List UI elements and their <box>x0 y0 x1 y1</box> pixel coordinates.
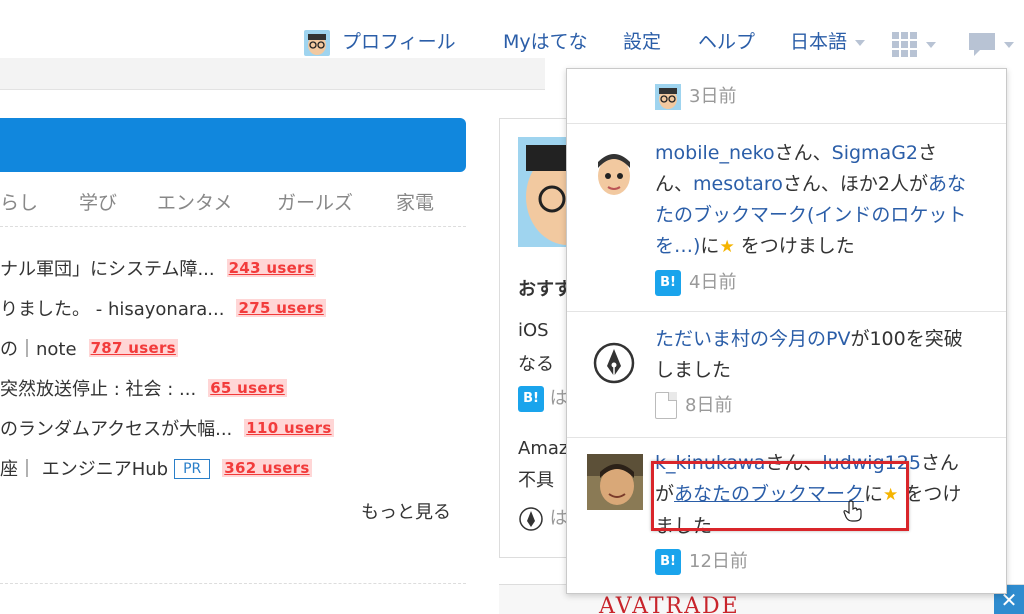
notification-time: B! 4日前 <box>655 267 975 298</box>
user-link[interactable]: SigmaG2 <box>832 142 918 164</box>
divider <box>0 226 466 227</box>
notification-item[interactable]: 3日前 <box>567 69 1006 124</box>
star-icon: ★ <box>883 485 899 505</box>
entry-row[interactable]: ナル軍団」にシステム障... 243 users <box>0 255 316 281</box>
user-link[interactable]: ludwig125 <box>822 452 921 474</box>
user-link[interactable]: k_kinukawa <box>655 452 765 474</box>
users-count[interactable]: 362 users <box>222 459 312 477</box>
notification-text: mobile_nekoさん、SigmaG2さん、mesotaroさん、ほか2人が… <box>655 138 975 263</box>
hatena-bookmark-icon: B! <box>518 386 544 412</box>
category-tab[interactable]: 家電 <box>396 188 434 215</box>
entry-row[interactable]: 座｜ エンジニアHub PR 362 users <box>0 455 312 481</box>
user-avatar-icon <box>655 83 681 110</box>
entry-title[interactable]: 突然放送停止 : 社会 : ... <box>0 379 196 400</box>
profile-link[interactable]: プロフィール <box>304 28 456 56</box>
recommend-heading: おすす <box>518 279 572 300</box>
notification-item[interactable]: ただいま村の今月のPVが100を突破しました 8日前 <box>567 312 1006 438</box>
recommend-text[interactable]: 不具 <box>518 466 554 492</box>
notification-text-part: さん、 <box>774 142 832 164</box>
recommend-text[interactable]: iOS <box>518 320 549 341</box>
village-link[interactable]: ただいま村の今月のPV <box>655 328 850 350</box>
notification-time: 8日前 <box>655 390 975 421</box>
grid-icon <box>892 31 917 57</box>
category-tab[interactable]: エンタメ <box>157 188 232 215</box>
notification-time: B! 12日前 <box>655 546 975 577</box>
user-avatar <box>587 146 641 200</box>
recommend-text[interactable]: Amaz <box>518 438 568 459</box>
header-strip <box>0 58 545 90</box>
category-tab[interactable]: 学び <box>79 188 117 215</box>
notifications-dropdown: 3日前 mobile_nekoさん、SigmaG2さん、mesotaroさん、ほ… <box>566 68 1007 594</box>
profile-label: プロフィール <box>342 31 456 53</box>
bookmark-link[interactable]: あなたのブックマーク <box>674 483 864 505</box>
entry-title[interactable]: の｜note <box>0 339 77 360</box>
user-link[interactable]: mesotaro <box>693 173 783 195</box>
notification-text: ただいま村の今月のPVが100を突破しました <box>655 324 975 386</box>
users-count[interactable]: 787 users <box>88 339 178 357</box>
notification-text-part: に <box>700 235 720 257</box>
entry-title[interactable]: りました。 - hisayonara... <box>0 299 224 320</box>
time-label: 3日前 <box>689 86 737 107</box>
entry-row[interactable]: のランダムアクセスが大幅... 110 users <box>0 415 334 441</box>
time-label: 8日前 <box>685 395 733 416</box>
language-dropdown[interactable]: 日本語 <box>790 28 866 56</box>
top-nav: プロフィール Myはてな 設定 ヘルプ 日本語 <box>0 28 1024 58</box>
notification-text-part: をつけました <box>734 235 855 257</box>
settings-link[interactable]: 設定 <box>623 28 661 56</box>
myhatena-link[interactable]: Myはてな <box>503 28 588 56</box>
search-bar[interactable] <box>0 118 466 172</box>
users-count[interactable]: 110 users <box>244 419 334 437</box>
star-icon: ★ <box>719 237 735 257</box>
time-label: 4日前 <box>689 272 737 293</box>
speech-bubble-icon <box>969 32 995 56</box>
document-icon <box>655 392 677 419</box>
chevron-down-icon <box>926 41 936 48</box>
language-label: 日本語 <box>790 31 848 53</box>
user-avatar <box>587 454 643 510</box>
entry-row[interactable]: 突然放送停止 : 社会 : ... 65 users <box>0 375 287 401</box>
users-count[interactable]: 65 users <box>208 379 287 397</box>
profile-avatar-icon <box>304 29 330 56</box>
category-tabs: らし 学び エンタメ ガールズ 家電 <box>0 188 466 214</box>
entry-title[interactable]: 座｜ エンジニアHub <box>0 459 168 480</box>
ad-brand[interactable]: AVATRADE <box>599 594 740 614</box>
entry-row[interactable]: りました。 - hisayonara... 275 users <box>0 295 326 321</box>
users-count[interactable]: 275 users <box>236 299 326 317</box>
chevron-down-icon <box>1004 41 1014 48</box>
user-link[interactable]: mobile_neko <box>655 142 775 164</box>
notifications-button[interactable] <box>968 30 1014 58</box>
recommend-meta: B! は <box>518 384 568 412</box>
chevron-down-icon <box>855 39 866 46</box>
notification-text-part: さん、 <box>765 452 823 474</box>
notification-text-part: に <box>864 483 884 505</box>
category-tab[interactable]: ガールズ <box>277 188 353 215</box>
pen-nib-icon <box>519 507 543 531</box>
time-label: 12日前 <box>689 551 748 572</box>
users-count[interactable]: 243 users <box>226 259 316 277</box>
notification-text-part: さん <box>920 452 959 474</box>
hand-cursor-icon <box>843 500 862 522</box>
notification-text-part: が <box>655 483 675 505</box>
category-tab[interactable]: らし <box>0 188 38 215</box>
hatena-bookmark-icon: B! <box>655 269 681 296</box>
help-link[interactable]: ヘルプ <box>698 28 755 56</box>
notification-item[interactable]: k_kinukawaさん、ludwig125さん があなたのブックマークに★ をつ… <box>567 438 1006 593</box>
entry-title[interactable]: ナル軍団」にシステム障... <box>0 259 215 280</box>
recommend-meta: は <box>518 504 568 532</box>
recommend-text[interactable]: なる <box>518 350 554 376</box>
hatena-bookmark-icon: B! <box>655 548 681 575</box>
pr-badge: PR <box>174 459 211 479</box>
divider <box>0 583 466 584</box>
notification-text-part: さん、ほか2人が <box>782 173 928 195</box>
more-link[interactable]: もっと見る <box>361 498 451 524</box>
apps-menu-button[interactable] <box>892 30 936 58</box>
notification-text: k_kinukawaさん、ludwig125さん があなたのブックマークに★ をつ… <box>655 448 975 542</box>
entry-row[interactable]: の｜note 787 users <box>0 335 178 361</box>
entry-title[interactable]: のランダムアクセスが大幅... <box>0 419 232 440</box>
notification-item[interactable]: mobile_nekoさん、SigmaG2さん、mesotaroさん、ほか2人が… <box>567 124 1006 312</box>
pen-nib-icon <box>587 336 641 390</box>
notification-time: 3日前 <box>655 81 975 112</box>
